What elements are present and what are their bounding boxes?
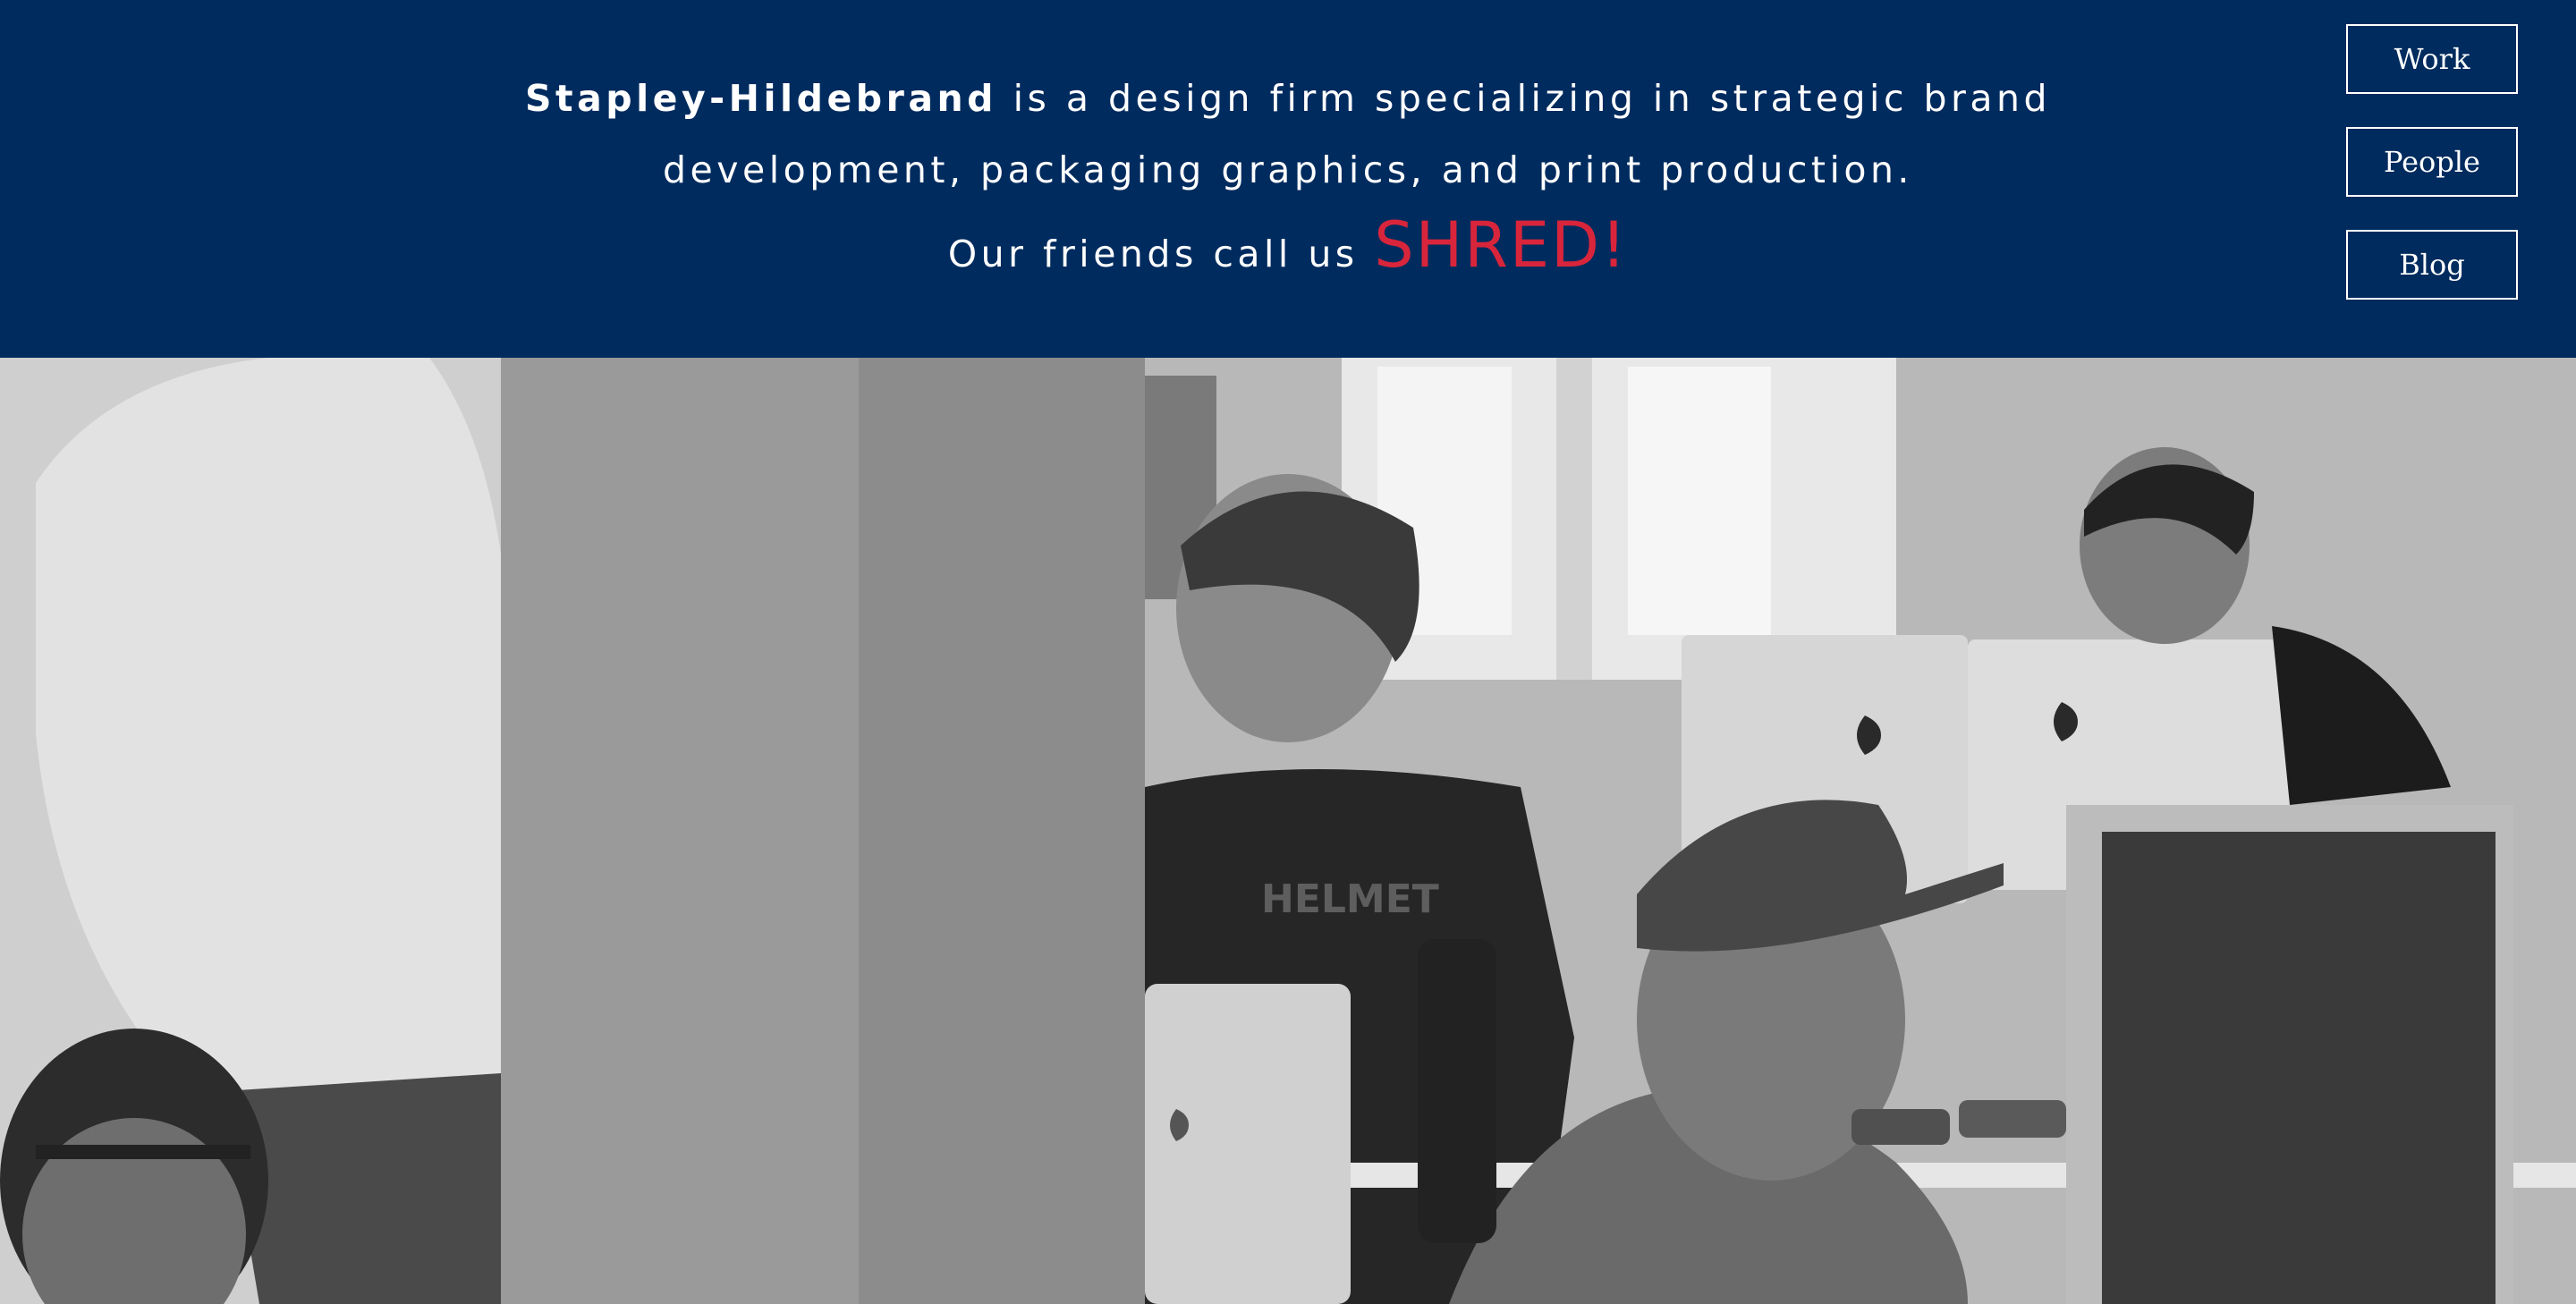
- firm-name: Stapley-Hildebrand: [524, 77, 998, 120]
- toy-car: [1852, 1109, 1950, 1145]
- glasses: [36, 1145, 250, 1159]
- window-frame: [1556, 358, 1592, 680]
- nickname-prefix: Our friends call us: [947, 233, 1375, 275]
- shirt-text: HELMET: [1261, 876, 1439, 922]
- intro-line-2: development, packaging graphics, and pri…: [663, 148, 1913, 191]
- nav-blog-button[interactable]: Blog: [2346, 230, 2518, 300]
- office-team-photo: HELMET: [0, 358, 2576, 1304]
- right-monitor-screen: [2102, 832, 2496, 1304]
- pillar-face: [501, 358, 859, 1304]
- intro-line-1: Stapley-Hildebrand is a design firm spec…: [394, 63, 2182, 134]
- laptop: [1145, 984, 1351, 1304]
- window-pane-right: [1628, 367, 1771, 635]
- nav-work-button[interactable]: Work: [2346, 24, 2518, 94]
- intro-line-1-rest: is a design firm specializing in strateg…: [997, 77, 2052, 120]
- nickname-shred: SHRED!: [1374, 208, 1629, 282]
- intro-text: Stapley-Hildebrand is a design firm spec…: [394, 63, 2182, 290]
- main-nav: Work People Blog: [2346, 24, 2518, 333]
- water-bottle: [1418, 939, 1496, 1243]
- nav-people-button[interactable]: People: [2346, 127, 2518, 197]
- office-photo-illustration: HELMET: [0, 358, 2576, 1304]
- intro-line-3: Our friends call us SHRED!: [394, 209, 2182, 290]
- site-header: Stapley-Hildebrand is a design firm spec…: [0, 0, 2576, 358]
- toy-car: [1959, 1100, 2066, 1138]
